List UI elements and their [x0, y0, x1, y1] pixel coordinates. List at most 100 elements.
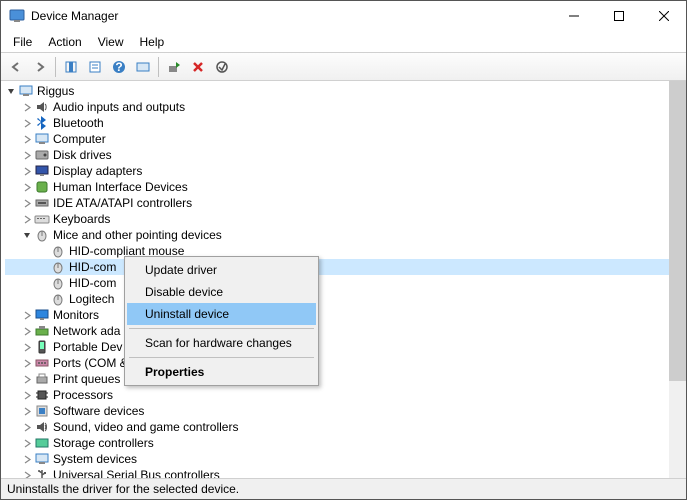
computer-icon [34, 131, 50, 147]
network-icon [34, 323, 50, 339]
chevron-right-icon[interactable] [21, 309, 33, 321]
chevron-right-icon[interactable] [21, 453, 33, 465]
chevron-right-icon[interactable] [21, 469, 33, 478]
properties-button[interactable] [84, 56, 106, 78]
chevron-right-icon[interactable] [21, 181, 33, 193]
tree-node-mice-b[interactable]: HID-com [5, 259, 686, 275]
tree-label: HID-com [69, 276, 120, 290]
show-hidden-button[interactable] [60, 56, 82, 78]
tree-node-network[interactable]: Network ada [5, 323, 686, 339]
tree-node-display[interactable]: Display adapters [5, 163, 686, 179]
audio-icon [34, 99, 50, 115]
printq-icon [34, 371, 50, 387]
chevron-right-icon[interactable] [21, 437, 33, 449]
menu-help[interactable]: Help [132, 33, 173, 51]
sound-icon [34, 419, 50, 435]
ctx-update-driver[interactable]: Update driver [127, 259, 316, 281]
tree-node-audio[interactable]: Audio inputs and outputs [5, 99, 686, 115]
tree-node-keyboards[interactable]: Keyboards [5, 211, 686, 227]
tree-root[interactable]: Riggus [5, 83, 686, 99]
uninstall-button[interactable] [187, 56, 209, 78]
back-button[interactable] [5, 56, 27, 78]
tree-label: HID-com [69, 260, 120, 274]
tree-label: Software devices [53, 404, 148, 418]
system-icon [34, 451, 50, 467]
ctx-disable-device[interactable]: Disable device [127, 281, 316, 303]
tree-label: Universal Serial Bus controllers [53, 468, 224, 478]
scrollbar-thumb[interactable] [669, 81, 686, 381]
chevron-right-icon[interactable] [21, 117, 33, 129]
toolbar: ? [1, 53, 686, 81]
tree-node-storage[interactable]: Storage controllers [5, 435, 686, 451]
tree-node-mice[interactable]: Mice and other pointing devices [5, 227, 686, 243]
chevron-right-icon[interactable] [21, 165, 33, 177]
titlebar: Device Manager [1, 1, 686, 31]
tree-label: Portable Dev [53, 340, 126, 354]
tree-node-ports[interactable]: Ports (COM & [5, 355, 686, 371]
computer-icon [18, 83, 34, 99]
software-icon [34, 403, 50, 419]
chevron-right-icon[interactable] [21, 325, 33, 337]
chevron-right-icon[interactable] [21, 389, 33, 401]
ide-icon [34, 195, 50, 211]
bluetooth-icon [34, 115, 50, 131]
ctx-properties[interactable]: Properties [127, 361, 316, 383]
mouse-icon [50, 291, 66, 307]
chevron-down-icon[interactable] [21, 229, 33, 241]
tree-node-ide[interactable]: IDE ATA/ATAPI controllers [5, 195, 686, 211]
tree-node-mice-c[interactable]: HID-com [5, 275, 686, 291]
tree-label: Computer [53, 132, 110, 146]
chevron-right-icon[interactable] [21, 357, 33, 369]
chevron-right-icon[interactable] [21, 101, 33, 113]
usb-icon [34, 467, 50, 478]
ctx-scan-hardware[interactable]: Scan for hardware changes [127, 332, 316, 354]
chevron-right-icon[interactable] [21, 373, 33, 385]
chevron-right-icon[interactable] [21, 197, 33, 209]
tree-node-processors[interactable]: Processors [5, 387, 686, 403]
tree-node-monitors[interactable]: Monitors [5, 307, 686, 323]
tree-node-mice-a[interactable]: HID-compliant mouse [5, 243, 686, 259]
tree-node-system[interactable]: System devices [5, 451, 686, 467]
tree-label: Mice and other pointing devices [53, 228, 226, 242]
tree-label: Display adapters [53, 164, 146, 178]
tree-node-mice-d[interactable]: Logitech [5, 291, 686, 307]
chevron-right-icon[interactable] [21, 213, 33, 225]
menu-file[interactable]: File [5, 33, 40, 51]
tree-node-software[interactable]: Software devices [5, 403, 686, 419]
menubar: File Action View Help [1, 31, 686, 53]
tree-node-usb[interactable]: Universal Serial Bus controllers [5, 467, 686, 478]
minimize-button[interactable] [551, 1, 596, 31]
chevron-right-icon[interactable] [21, 341, 33, 353]
tree-node-printq[interactable]: Print queues [5, 371, 686, 387]
update-driver-button[interactable] [163, 56, 185, 78]
chevron-right-icon[interactable] [21, 149, 33, 161]
maximize-button[interactable] [596, 1, 641, 31]
close-button[interactable] [641, 1, 686, 31]
menu-view[interactable]: View [90, 33, 132, 51]
tree-label: Keyboards [53, 212, 114, 226]
tree-label: System devices [53, 452, 141, 466]
scan-button[interactable] [132, 56, 154, 78]
tree-label: Processors [53, 388, 117, 402]
tree-label: Storage controllers [53, 436, 158, 450]
chevron-right-icon[interactable] [21, 421, 33, 433]
tree-label: Print queues [53, 372, 124, 386]
menu-action[interactable]: Action [40, 33, 89, 51]
tree-node-sound[interactable]: Sound, video and game controllers [5, 419, 686, 435]
tree-node-portable[interactable]: Portable Dev [5, 339, 686, 355]
tree-label: Monitors [53, 308, 103, 322]
tree-node-hid[interactable]: Human Interface Devices [5, 179, 686, 195]
window-title: Device Manager [31, 9, 551, 23]
tree-node-disk[interactable]: Disk drives [5, 147, 686, 163]
ctx-uninstall-device[interactable]: Uninstall device [127, 303, 316, 325]
help-button[interactable]: ? [108, 56, 130, 78]
tree-node-computer[interactable]: Computer [5, 131, 686, 147]
svg-text:?: ? [115, 60, 122, 74]
tree-node-bluetooth[interactable]: Bluetooth [5, 115, 686, 131]
chevron-down-icon[interactable] [5, 85, 17, 97]
processors-icon [34, 387, 50, 403]
forward-button[interactable] [29, 56, 51, 78]
chevron-right-icon[interactable] [21, 405, 33, 417]
chevron-right-icon[interactable] [21, 133, 33, 145]
disable-button[interactable] [211, 56, 233, 78]
